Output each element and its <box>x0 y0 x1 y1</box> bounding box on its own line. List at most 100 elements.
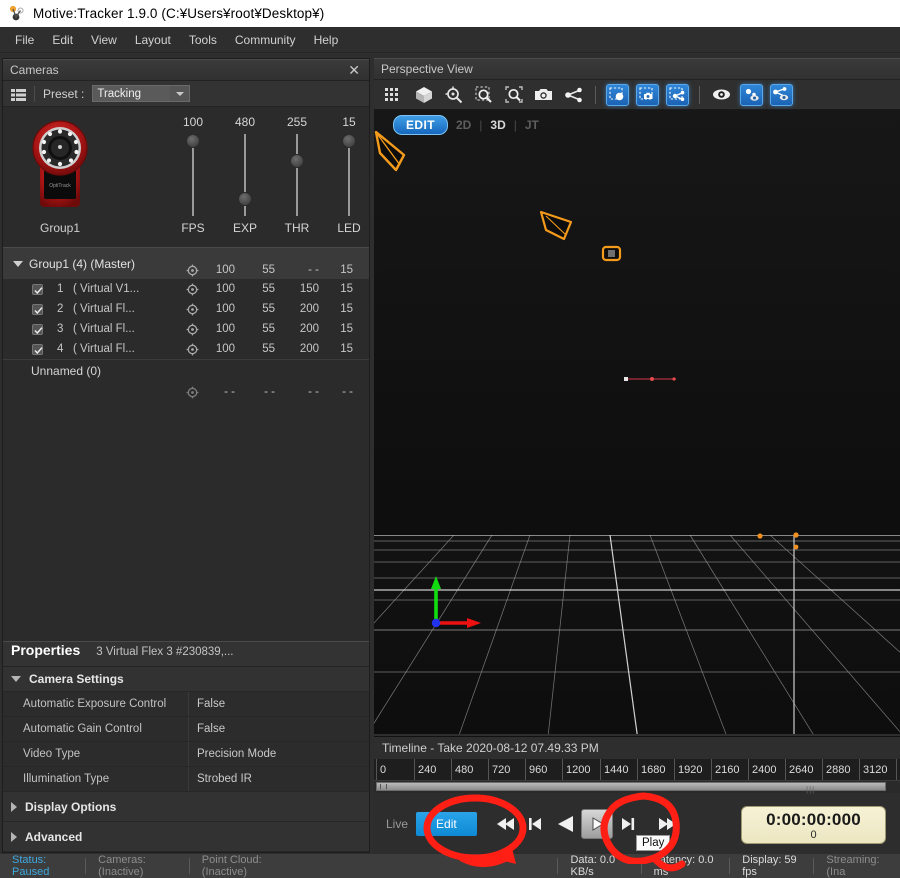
rigidbody-icon[interactable] <box>562 84 585 106</box>
camera-settings-icon[interactable] <box>186 283 199 296</box>
live-mode-label[interactable]: Live <box>386 817 408 831</box>
camera-thumbnail-wrap[interactable]: OptiTrack Group1 <box>3 107 117 247</box>
chevron-down-icon[interactable] <box>170 86 190 101</box>
edit-mode-button[interactable]: Edit <box>416 812 477 836</box>
property-row[interactable]: Automatic Exposure Control False <box>3 692 369 717</box>
menu-tools[interactable]: Tools <box>180 30 226 50</box>
property-group-camera-settings[interactable]: Camera Settings <box>3 667 369 692</box>
property-row[interactable]: Video Type Precision Mode <box>3 742 369 767</box>
rigidbody-visibility-icon[interactable] <box>770 83 793 106</box>
edit-mode-button[interactable]: EDIT <box>393 115 448 135</box>
camera-group-row[interactable]: Group1 (4) (Master) 100 55 - - 15 <box>3 247 369 279</box>
menu-help[interactable]: Help <box>305 30 348 50</box>
jump-to-start-button[interactable] <box>491 809 521 839</box>
chevron-right-icon[interactable] <box>11 801 17 812</box>
timeline-ruler[interactable]: 0 240 480 720 960 1200 1440 1680 1920 21… <box>374 759 900 781</box>
chevron-right-icon[interactable] <box>11 831 17 842</box>
zoom-fit-icon[interactable] <box>502 84 525 106</box>
camera-snapshot-icon[interactable] <box>532 84 555 106</box>
slider-exp-knob[interactable] <box>238 192 252 206</box>
camera-enable-checkbox[interactable] <box>32 323 43 335</box>
select-marker-icon[interactable] <box>606 83 629 106</box>
zoom-target-icon[interactable] <box>442 84 465 106</box>
chevron-down-icon[interactable] <box>11 676 21 682</box>
timeline-tick: 720 <box>488 759 510 780</box>
camera-settings-icon[interactable] <box>186 303 199 316</box>
table-row[interactable]: 3 ( Virtual Fl... 100 55 200 15 <box>3 319 369 339</box>
select-camera-icon[interactable] <box>636 83 659 106</box>
marker-visibility-icon[interactable] <box>740 83 763 106</box>
preset-dropdown[interactable]: Tracking <box>92 85 191 102</box>
timeline-scrollbar[interactable]: ||| <box>374 781 900 794</box>
unnamed-group-row[interactable]: Unnamed (0) <box>3 360 369 382</box>
camera-group-label: Group1 <box>39 221 81 235</box>
grid-icon[interactable] <box>382 84 405 106</box>
property-value[interactable]: False <box>189 717 369 741</box>
property-group-display-options[interactable]: Display Options <box>3 792 369 822</box>
select-rigidbody-icon[interactable] <box>666 83 689 106</box>
close-icon[interactable]: ✕ <box>346 63 362 77</box>
property-value[interactable]: Strobed IR <box>189 767 369 791</box>
camera-enable-checkbox[interactable] <box>32 303 43 315</box>
previous-frame-button[interactable] <box>521 809 551 839</box>
slider-led-knob[interactable] <box>342 134 356 148</box>
property-group-advanced[interactable]: Advanced <box>3 822 369 852</box>
tab-jt[interactable]: JT <box>525 118 539 132</box>
property-key: Illumination Type <box>3 767 189 791</box>
camera-settings-icon[interactable] <box>186 386 199 399</box>
perspective-view-panel: Perspective View EDIT 2D | 3D | JT <box>374 58 900 734</box>
menu-layout[interactable]: Layout <box>126 30 180 50</box>
slider-fps-knob[interactable] <box>186 134 200 148</box>
cameras-panel-header: Cameras ✕ <box>3 59 369 81</box>
slider-led-track[interactable] <box>342 134 356 216</box>
preset-label: Preset : <box>43 86 85 101</box>
slider-exp-track[interactable] <box>238 134 252 216</box>
cube-icon[interactable] <box>412 84 435 106</box>
scroll-grip-left[interactable] <box>380 784 387 789</box>
slider-exp[interactable]: 480 EXP <box>225 115 265 247</box>
camera-index: 4 <box>57 343 64 355</box>
play-button[interactable] <box>580 809 613 839</box>
property-value[interactable]: Precision Mode <box>189 742 369 766</box>
perspective-view-toolbar <box>374 80 900 110</box>
chevron-down-icon[interactable] <box>13 260 23 267</box>
menu-edit[interactable]: Edit <box>43 30 82 50</box>
slider-led[interactable]: 15 LED <box>329 115 369 247</box>
menu-view[interactable]: View <box>82 30 126 50</box>
properties-header: Properties 3 Virtual Flex 3 #230839,... <box>3 641 369 667</box>
slider-fps[interactable]: 100 FPS <box>173 115 213 247</box>
status-segment-latency: Latency: 0.0 ms <box>640 854 730 878</box>
table-row[interactable]: 1 ( Virtual V1... 100 55 150 15 <box>3 279 369 299</box>
camera-enable-checkbox[interactable] <box>32 283 43 295</box>
play-tooltip: Play <box>636 835 671 851</box>
zoom-select-icon[interactable] <box>472 84 495 106</box>
camera-enable-checkbox[interactable] <box>32 343 43 355</box>
slider-thr[interactable]: 255 THR <box>277 115 317 247</box>
tab-3d[interactable]: 3D <box>490 118 505 132</box>
list-view-icon[interactable] <box>11 88 26 101</box>
camera-list: Group1 (4) (Master) 100 55 - - 15 1 ( Vi… <box>3 247 369 402</box>
slider-thr-label: THR <box>284 221 310 235</box>
camera-sliders: 100 FPS 480 EXP 255 THR 15 LED <box>173 107 369 247</box>
menu-community[interactable]: Community <box>226 30 305 50</box>
play-backward-button[interactable] <box>551 809 581 839</box>
camera-settings-icon[interactable] <box>186 343 199 356</box>
slider-fps-track[interactable] <box>186 134 200 216</box>
cameras-panel: Cameras ✕ Preset : Tracking OptiTrack Gr… <box>2 58 370 853</box>
menu-file[interactable]: File <box>6 30 43 50</box>
camera-settings-icon[interactable] <box>186 264 199 277</box>
slider-thr-knob[interactable] <box>290 154 304 168</box>
property-row[interactable]: Automatic Gain Control False <box>3 717 369 742</box>
table-row[interactable]: 2 ( Virtual Fl... 100 55 200 15 <box>3 299 369 319</box>
property-value[interactable]: False <box>189 692 369 716</box>
table-row[interactable]: 4 ( Virtual Fl... 100 55 200 15 <box>3 339 369 359</box>
camera-settings-icon[interactable] <box>186 323 199 336</box>
eye-visibility-icon[interactable] <box>710 84 733 106</box>
timecode-display[interactable]: 0:00:00:000 0 <box>741 806 886 844</box>
tab-2d[interactable]: 2D <box>456 118 471 132</box>
slider-thr-track[interactable] <box>290 134 304 216</box>
3d-viewport[interactable]: EDIT 2D | 3D | JT <box>374 110 900 734</box>
timeline-tick: 1440 <box>600 759 628 780</box>
timeline-tick: 0 <box>376 759 386 780</box>
property-row[interactable]: Illumination Type Strobed IR <box>3 767 369 792</box>
